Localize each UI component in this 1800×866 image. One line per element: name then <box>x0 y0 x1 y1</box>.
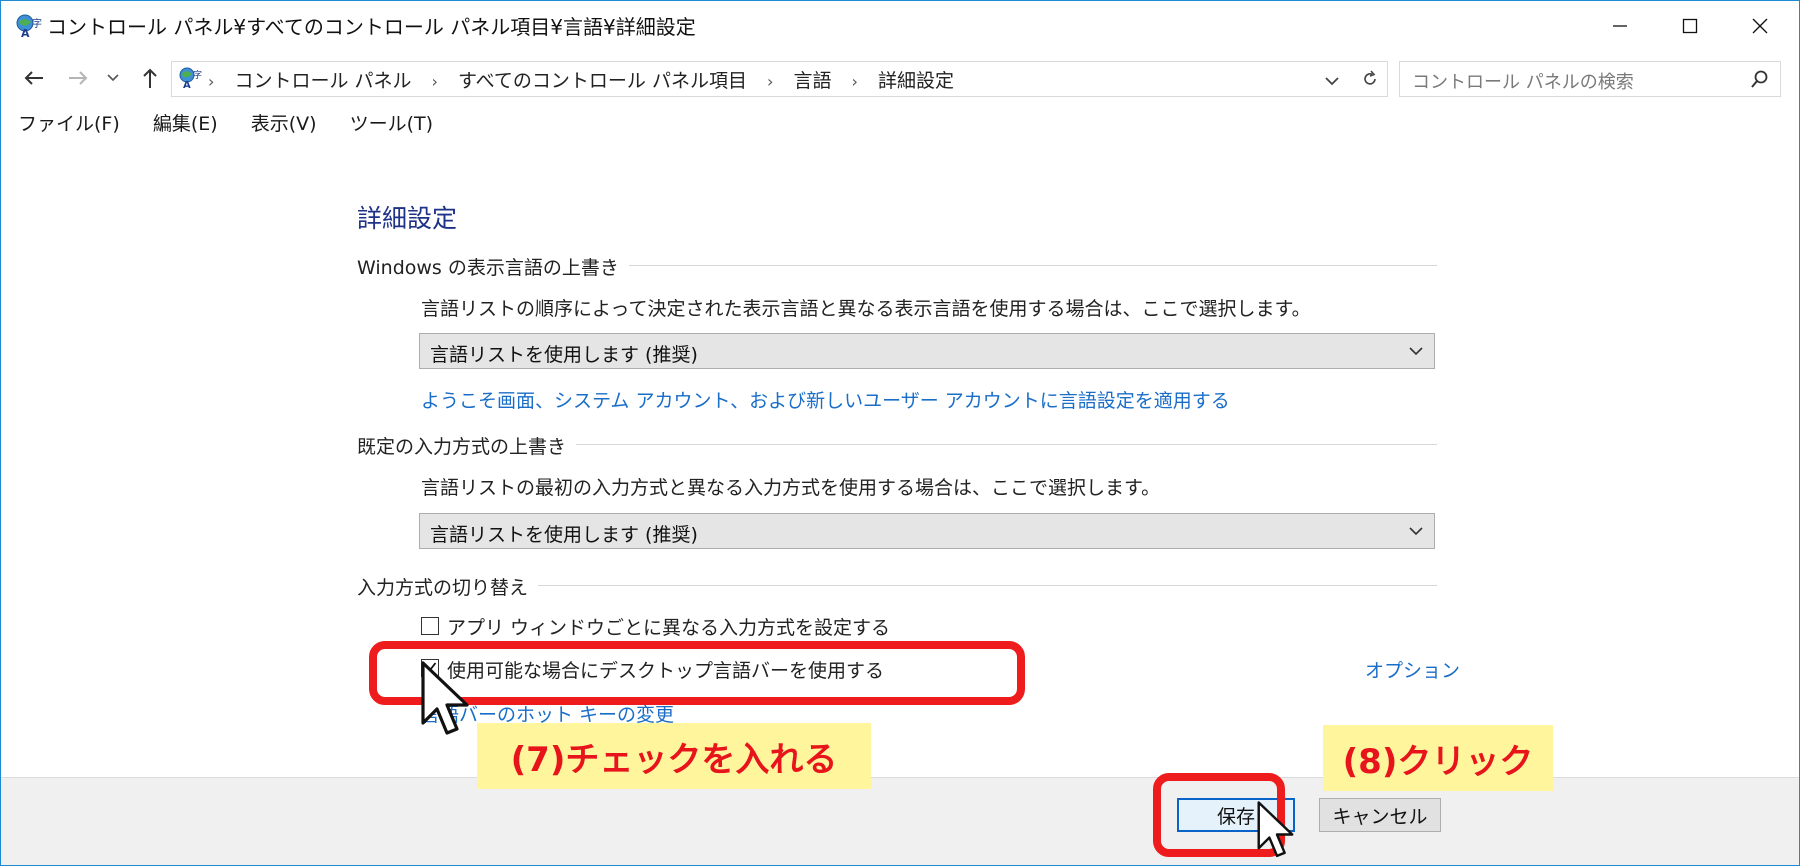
display-language-value: 言語リストを使用します (推奨) <box>430 344 698 366</box>
search-placeholder: コントロール パネルの検索 <box>1412 72 1634 93</box>
window: A 字 コントロール パネル¥すべてのコントロール パネル項目¥言語¥詳細設定 <box>0 0 1800 866</box>
chevron-right-icon: › <box>208 72 215 91</box>
search-icon[interactable] <box>1750 69 1770 93</box>
svg-text:字: 字 <box>32 17 42 30</box>
close-button[interactable] <box>1724 1 1796 51</box>
breadcrumb-advanced[interactable]: 詳細設定 <box>878 66 954 93</box>
svg-text:A: A <box>183 80 191 90</box>
minimize-button[interactable] <box>1584 1 1656 51</box>
svg-text:A: A <box>21 27 30 39</box>
options-link[interactable]: オプション <box>1365 656 1460 683</box>
svg-text:字: 字 <box>193 69 202 81</box>
chevron-down-icon <box>107 74 119 82</box>
breadcrumb-language[interactable]: 言語 <box>793 66 831 93</box>
search-box[interactable]: コントロール パネルの検索 <box>1399 61 1781 97</box>
mouse-cursor-icon <box>1257 801 1297 865</box>
back-arrow-icon <box>24 71 43 85</box>
input-override-description: 言語リストの最初の入力方式と異なる入力方式を使用する場合は、ここで選択します。 <box>421 477 1161 499</box>
title-bar: A 字 コントロール パネル¥すべてのコントロール パネル項目¥言語¥詳細設定 <box>1 1 1799 51</box>
chevron-right-icon[interactable]: › <box>852 72 858 91</box>
breadcrumb-all-items[interactable]: すべてのコントロール パネル項目 <box>458 66 747 93</box>
breadcrumb-control-panel[interactable]: コントロール パネル <box>234 66 411 93</box>
maximize-button[interactable] <box>1654 1 1726 51</box>
menu-file[interactable]: ファイル(F) <box>18 109 120 136</box>
chevron-down-icon <box>1408 523 1424 539</box>
chevron-right-icon[interactable]: › <box>767 72 773 91</box>
recent-pages-button[interactable] <box>103 63 123 93</box>
step7-callout: (7)チェックを入れる <box>477 723 871 789</box>
per-app-input-label[interactable]: アプリ ウィンドウごとに異なる入力方式を設定する <box>447 613 890 640</box>
per-app-input-checkbox[interactable] <box>421 617 439 635</box>
up-button[interactable] <box>135 63 165 93</box>
refresh-icon <box>1364 70 1376 85</box>
address-field[interactable]: 字 A › コントロール パネル › すべてのコントロール パネル項目 › 言語… <box>171 61 1366 97</box>
breadcrumb: › コントロール パネル › すべてのコントロール パネル項目 › 言語 › 詳… <box>208 66 954 93</box>
chevron-down-icon <box>1408 343 1424 359</box>
menu-view[interactable]: 表示(V) <box>251 109 317 136</box>
input-method-value: 言語リストを使用します (推奨) <box>430 524 698 546</box>
cancel-button[interactable]: キャンセル <box>1319 798 1441 832</box>
chevron-down-icon <box>1325 77 1339 86</box>
back-button[interactable] <box>19 63 49 93</box>
apply-settings-link[interactable]: ようこそ画面、システム アカウント、および新しいユーザー アカウントに言語設定を… <box>421 386 1230 413</box>
chevron-right-icon[interactable]: › <box>432 72 438 91</box>
display-override-label: Windows の表示言語の上書き <box>357 253 629 280</box>
forward-button[interactable] <box>63 63 93 93</box>
menu-tools[interactable]: ツール(T) <box>350 109 433 136</box>
forward-arrow-icon <box>69 71 88 85</box>
address-dropdown-button[interactable] <box>1324 72 1340 91</box>
page-title: 詳細設定 <box>357 204 458 233</box>
input-method-select[interactable]: 言語リストを使用します (推奨) <box>419 513 1435 549</box>
display-override-description: 言語リストの順序によって決定された表示言語と異なる表示言語を使用する場合は、ここ… <box>421 298 1311 320</box>
address-bar: 字 A › コントロール パネル › すべてのコントロール パネル項目 › 言語… <box>1 57 1799 101</box>
control-panel-icon: 字 A <box>178 66 202 91</box>
menu-bar: ファイル(F) 編集(E) 表示(V) ツール(T) <box>1 109 443 139</box>
mouse-cursor-icon <box>421 661 473 749</box>
window-title: コントロール パネル¥すべてのコントロール パネル項目¥言語¥詳細設定 <box>47 15 696 39</box>
refresh-button[interactable] <box>1353 61 1388 97</box>
display-language-select[interactable]: 言語リストを使用します (推奨) <box>419 333 1435 369</box>
input-override-label: 既定の入力方式の上書き <box>357 432 577 459</box>
language-icon: A 字 <box>15 13 43 40</box>
switching-label: 入力方式の切り替え <box>357 573 539 600</box>
up-arrow-icon <box>143 68 157 88</box>
step8-callout: (8)クリック <box>1323 725 1553 791</box>
menu-edit[interactable]: 編集(E) <box>153 109 218 136</box>
